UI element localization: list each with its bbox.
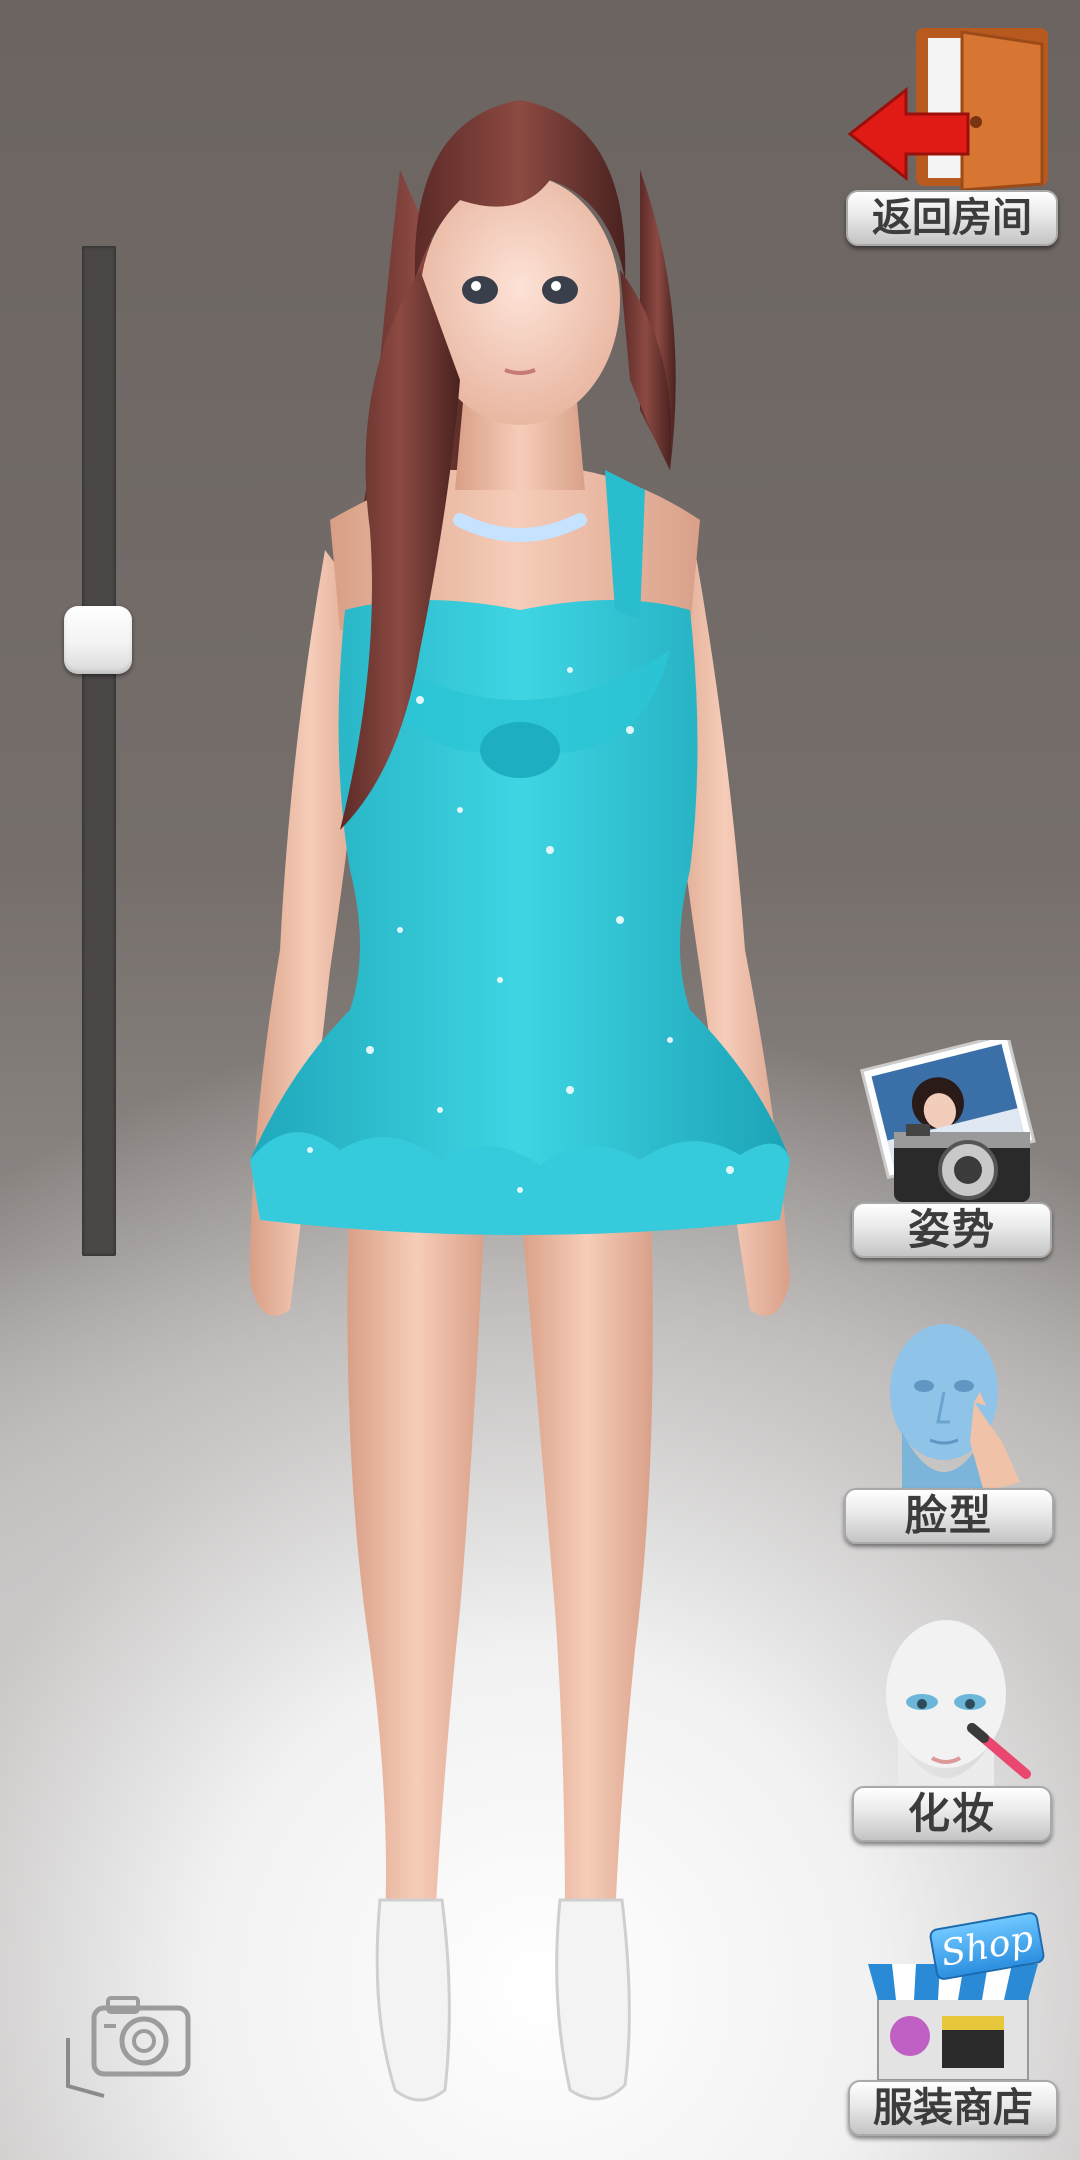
face-shape-label: 脸型: [844, 1488, 1054, 1544]
right-shoe: [555, 1898, 631, 2101]
zoom-slider-thumb[interactable]: [64, 606, 132, 674]
character-model[interactable]: [220, 50, 860, 2130]
right-eye: [542, 276, 578, 304]
clothing-shop-button[interactable]: Shop 服装商店: [848, 1910, 1058, 2140]
face-shape-icon: [890, 1324, 1020, 1494]
left-eye: [462, 276, 498, 304]
dress-bow-knot: [480, 722, 560, 778]
screenshot-camera-icon[interactable]: [64, 1990, 194, 2100]
pose-label: 姿势: [852, 1202, 1052, 1258]
pose-button[interactable]: 姿势: [852, 1040, 1052, 1260]
left-shoe: [375, 1898, 451, 2102]
makeup-button[interactable]: 化妆: [852, 1618, 1052, 1842]
zoom-slider-track[interactable]: [82, 246, 116, 1256]
clothing-shop-label: 服装商店: [848, 2080, 1058, 2136]
makeup-label: 化妆: [852, 1786, 1052, 1842]
left-leg: [347, 1180, 485, 1920]
right-leg: [520, 1180, 653, 1920]
face-shape-button[interactable]: 脸型: [844, 1322, 1054, 1546]
back-to-room-label: 返回房间: [846, 190, 1058, 246]
makeup-brush-icon: [886, 1620, 1031, 1794]
door-exit-icon: [847, 28, 1048, 192]
camera-photo-icon: [860, 1040, 1036, 1202]
back-to-room-button[interactable]: 返回房间: [846, 24, 1058, 246]
